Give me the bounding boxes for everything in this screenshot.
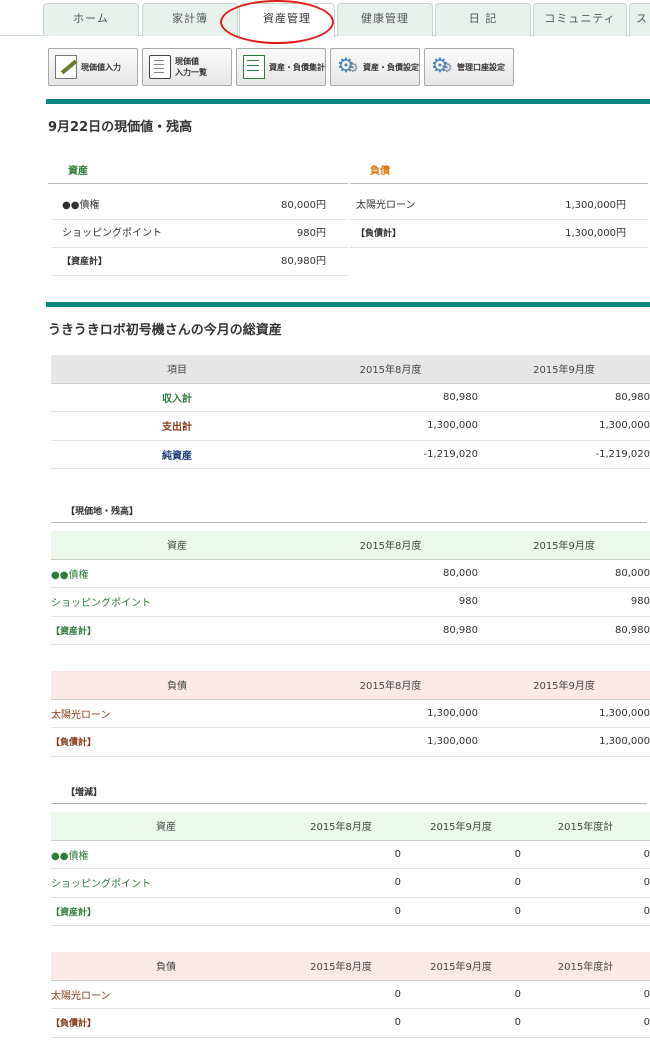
- gear-icon: [337, 53, 359, 79]
- current-value-input-button[interactable]: 現価値入力: [48, 48, 138, 86]
- liability-row: 太陽光ローン 1,300,000円: [350, 192, 648, 220]
- table-row: 収入計 80,980 80,980: [51, 383, 650, 412]
- balance-liabilities-table: 負債 2015年8月度 2015年9月度 太陽光ローン 1,300,000 1,…: [51, 671, 650, 757]
- liability-total-row: 【負債計】 1,300,000円: [350, 220, 648, 248]
- button-label: 資産・負債集計: [269, 62, 325, 72]
- change-section-label: 【増減】: [66, 788, 103, 798]
- button-label: 現価値 入力一覧: [175, 57, 207, 77]
- change-assets-table: 資産 2015年8月度 2015年9月度 2015年度計 ●●債権 0 0 0 …: [51, 812, 650, 926]
- table-header-row: 資産 2015年8月度 2015年9月度 2015年度計: [51, 812, 650, 841]
- asset-row: ●●債権 80,000円: [52, 192, 348, 220]
- table-row: ●●債権 0 0 0: [51, 840, 650, 869]
- table-row: 純資産 -1,219,020 -1,219,020: [51, 440, 650, 469]
- tab-home[interactable]: ホーム: [43, 3, 139, 36]
- table-row: 太陽光ローン 0 0 0: [51, 980, 650, 1009]
- tab-community[interactable]: コミュニティ: [533, 3, 627, 36]
- sheet-icon: [243, 55, 265, 79]
- table-row: ショッピングポイント 980 980: [51, 587, 650, 617]
- button-label: 資産・負債設定: [363, 62, 419, 72]
- highlight-circle: [220, 0, 334, 44]
- main-tab-bar: ホーム 家計簿 資産管理 健康管理 日 記 コミュニティ ス: [0, 0, 650, 44]
- section-divider: [46, 99, 650, 104]
- table-row: ●●債権 80,000 80,000: [51, 559, 650, 588]
- table-row: ショッピングポイント 0 0 0: [51, 868, 650, 898]
- assets-column-header: 資産: [48, 160, 348, 184]
- asset-row: ショッピングポイント 980円: [52, 220, 348, 248]
- table-row: 太陽光ローン 1,300,000 1,300,000: [51, 699, 650, 728]
- balance-assets-table: 資産 2015年8月度 2015年9月度 ●●債権 80,000 80,000 …: [51, 531, 650, 645]
- gear-icon: [431, 53, 453, 79]
- table-row: 支出計 1,300,000 1,300,000: [51, 411, 650, 441]
- current-balance-title: 9月22日の現価値・残高: [48, 120, 193, 135]
- balance-section-label: 【現価地・残高】: [66, 507, 139, 517]
- table-row: 【負債計】 0 0 0: [51, 1008, 650, 1038]
- section-divider: [46, 302, 650, 307]
- change-liabilities-table: 負債 2015年8月度 2015年9月度 2015年度計 太陽光ローン 0 0 …: [51, 952, 650, 1038]
- table-header-row: 負債 2015年8月度 2015年9月度: [51, 671, 650, 700]
- table-header-row: 資産 2015年8月度 2015年9月度: [51, 531, 650, 560]
- asset-liability-summary-button[interactable]: 資産・負債集計: [236, 48, 326, 86]
- table-row: 【資産計】 80,980 80,980: [51, 616, 650, 645]
- summary-table: 項目 2015年8月度 2015年9月度 収入計 80,980 80,980 支…: [51, 355, 650, 469]
- account-settings-button[interactable]: 管理口座設定: [424, 48, 514, 86]
- button-label: 管理口座設定: [457, 62, 505, 72]
- asset-total-row: 【資産計】 80,980円: [52, 248, 348, 276]
- button-label: 現価値入力: [81, 62, 121, 72]
- monthly-assets-title: うきうきロボ初号機さんの今月の総資産: [48, 323, 282, 338]
- asset-liability-settings-button[interactable]: 資産・負債設定: [330, 48, 420, 86]
- divider: [51, 522, 647, 523]
- tab-overflow[interactable]: ス: [629, 3, 650, 36]
- tab-health[interactable]: 健康管理: [337, 3, 433, 36]
- document-icon: [149, 55, 171, 79]
- pen-icon: [55, 55, 77, 79]
- table-header-row: 項目 2015年8月度 2015年9月度: [51, 355, 650, 384]
- table-header-row: 負債 2015年8月度 2015年9月度 2015年度計: [51, 952, 650, 981]
- tab-diary[interactable]: 日 記: [435, 3, 531, 36]
- divider: [51, 803, 647, 804]
- table-row: 【資産計】 0 0 0: [51, 897, 650, 926]
- current-value-list-button[interactable]: 現価値 入力一覧: [142, 48, 232, 86]
- liabilities-column-header: 負債: [350, 160, 648, 184]
- table-row: 【負債計】 1,300,000 1,300,000: [51, 727, 650, 757]
